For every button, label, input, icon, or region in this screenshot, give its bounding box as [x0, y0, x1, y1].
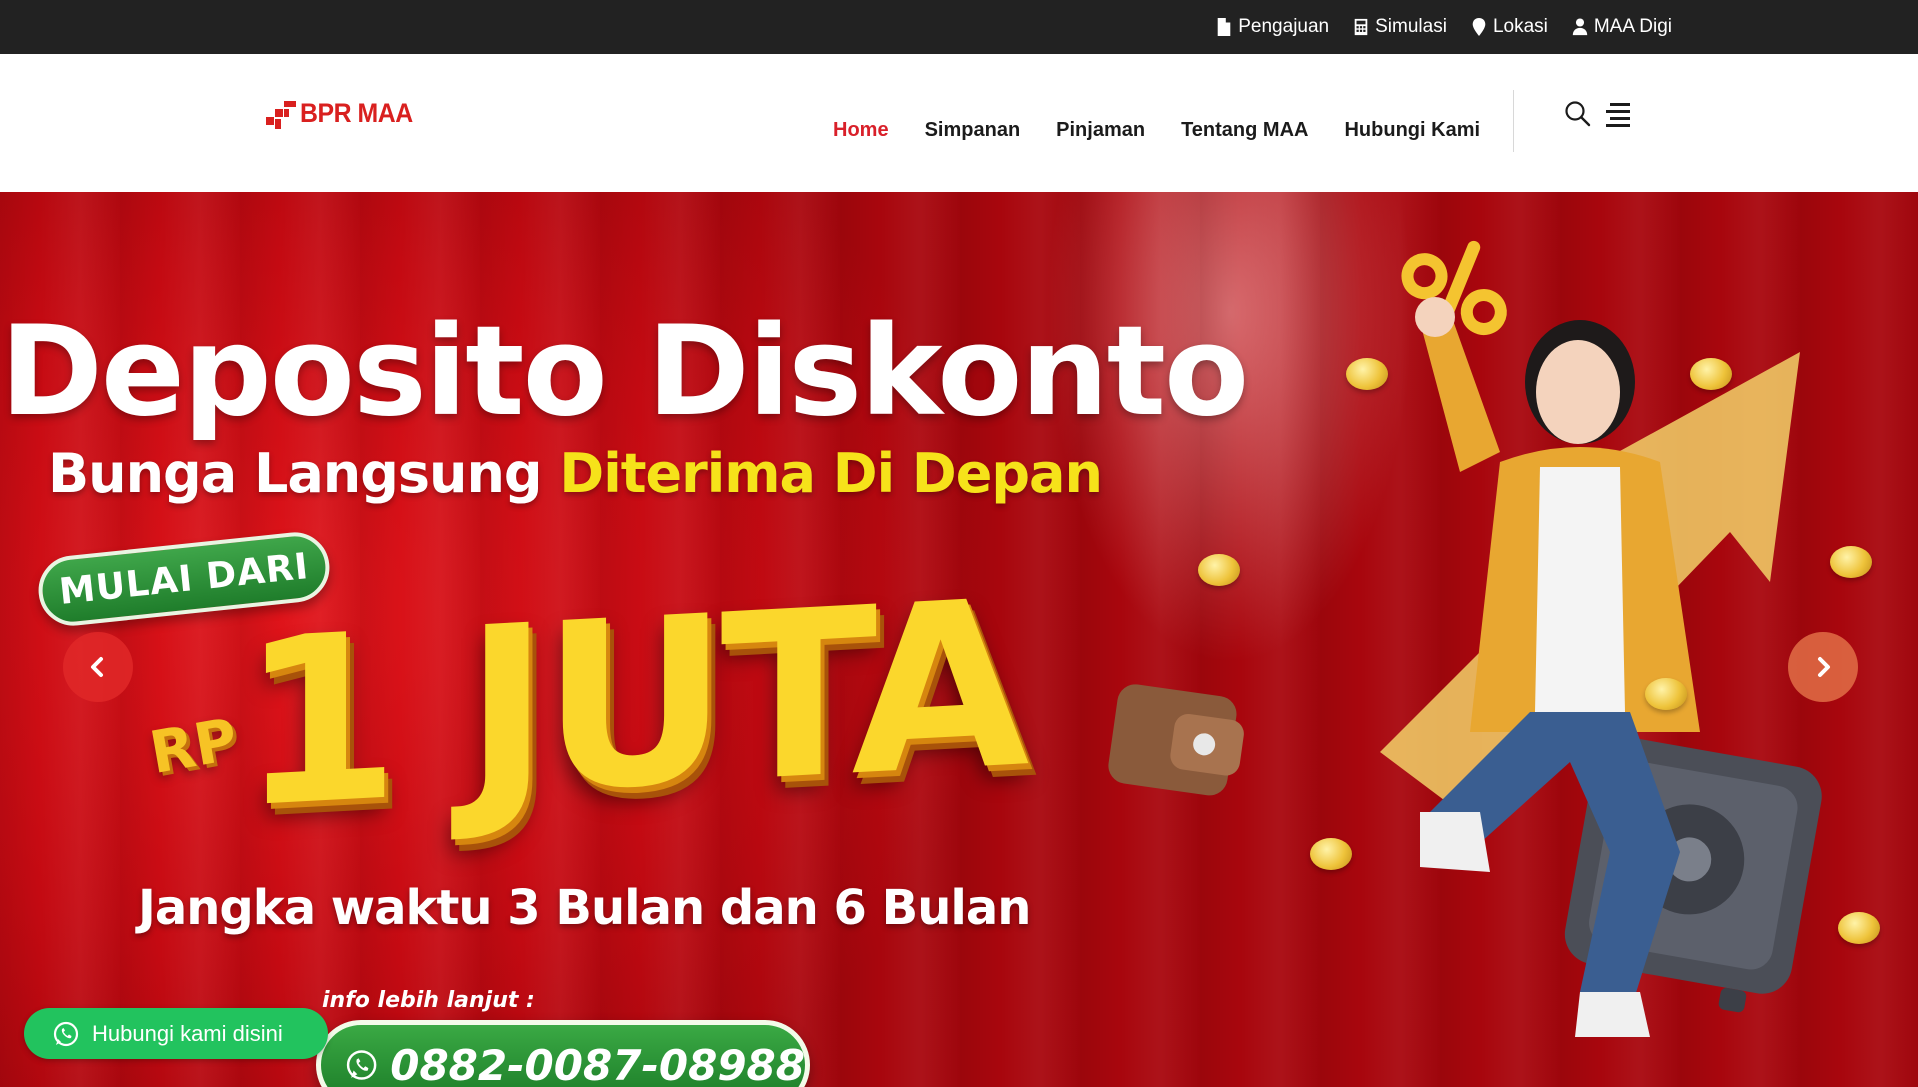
- top-utility-bar: Pengajuan Simulasi Lokasi MAA Digi: [0, 0, 1918, 54]
- topbar-link-label: Pengajuan: [1238, 16, 1330, 37]
- nav-item-home[interactable]: Home: [833, 105, 889, 142]
- calculator-icon: [1354, 18, 1368, 36]
- hero-amount: 1 JUTA: [240, 551, 1022, 860]
- main-header: BPR MAA Home Simpanan Pinjaman Tentang M…: [0, 54, 1918, 192]
- hero-phone-number: 0882-0087-08988: [390, 1040, 805, 1087]
- whatsapp-icon: [346, 1050, 377, 1080]
- chevron-right-icon: [1818, 657, 1830, 677]
- chevron-left-icon: [91, 657, 103, 677]
- hero-subtitle-yellow: Diterima Di Depan: [559, 442, 1103, 505]
- topbar-link-label: Simulasi: [1375, 16, 1447, 37]
- carousel-prev-button[interactable]: [63, 632, 133, 702]
- floating-whatsapp-button[interactable]: Hubungi kami disini: [24, 1008, 328, 1059]
- coin-icon: [1198, 554, 1240, 586]
- coin-icon: [1830, 546, 1872, 578]
- hero-title: Deposito Diskonto: [0, 300, 1249, 444]
- nav-item-simpanan[interactable]: Simpanan: [925, 105, 1021, 142]
- topbar-link-label: MAA Digi: [1593, 16, 1672, 37]
- user-icon: [1572, 18, 1588, 36]
- menu-icon: [1606, 103, 1630, 127]
- topbar-link-simulasi[interactable]: Simulasi: [1353, 16, 1447, 38]
- coin-icon: [1310, 838, 1352, 870]
- nav-item-tentang-maa[interactable]: Tentang MAA: [1181, 105, 1308, 142]
- hero-subtitle: Bunga Langsung Diterima Di Depan: [48, 442, 1103, 505]
- map-marker-icon: [1472, 18, 1486, 36]
- document-icon: [1217, 18, 1231, 36]
- carousel-next-button[interactable]: [1788, 632, 1858, 702]
- hero-phone-badge: 0882-0087-08988: [316, 1020, 810, 1087]
- menu-button[interactable]: [1604, 100, 1632, 128]
- nav-item-hubungi-kami[interactable]: Hubungi Kami: [1344, 105, 1480, 142]
- logo-text: BPR MAA: [300, 98, 413, 128]
- hero-slider: Deposito Diskonto Bunga Langsung Diterim…: [0, 192, 1918, 1087]
- floating-whatsapp-label: Hubungi kami disini: [92, 1020, 283, 1046]
- main-navigation: Home Simpanan Pinjaman Tentang MAA Hubun…: [833, 54, 1480, 192]
- coin-icon: [1690, 358, 1732, 390]
- topbar-link-label: Lokasi: [1492, 16, 1548, 37]
- coin-icon: [1838, 912, 1880, 944]
- nav-divider: [1513, 90, 1514, 152]
- hero-info-label: info lebih lanjut :: [322, 988, 535, 1013]
- top-utility-links: Pengajuan Simulasi Lokasi MAA Digi: [1216, 0, 1672, 54]
- logo-mark-icon: [266, 100, 296, 129]
- brand-logo[interactable]: BPR MAA: [266, 98, 423, 129]
- hero-subtitle-white: Bunga Langsung: [48, 442, 560, 505]
- topbar-link-pengajuan[interactable]: Pengajuan: [1216, 16, 1329, 38]
- search-icon: [1565, 101, 1591, 127]
- coin-icon: [1346, 358, 1388, 390]
- topbar-link-lokasi[interactable]: Lokasi: [1471, 16, 1548, 38]
- hero-term: Jangka waktu 3 Bulan dan 6 Bulan: [138, 880, 1031, 936]
- search-button[interactable]: [1564, 100, 1592, 128]
- topbar-link-maa-digi[interactable]: MAA Digi: [1572, 16, 1672, 38]
- nav-item-pinjaman[interactable]: Pinjaman: [1056, 105, 1145, 142]
- whatsapp-icon: [53, 1021, 79, 1046]
- coin-icon: [1645, 678, 1687, 710]
